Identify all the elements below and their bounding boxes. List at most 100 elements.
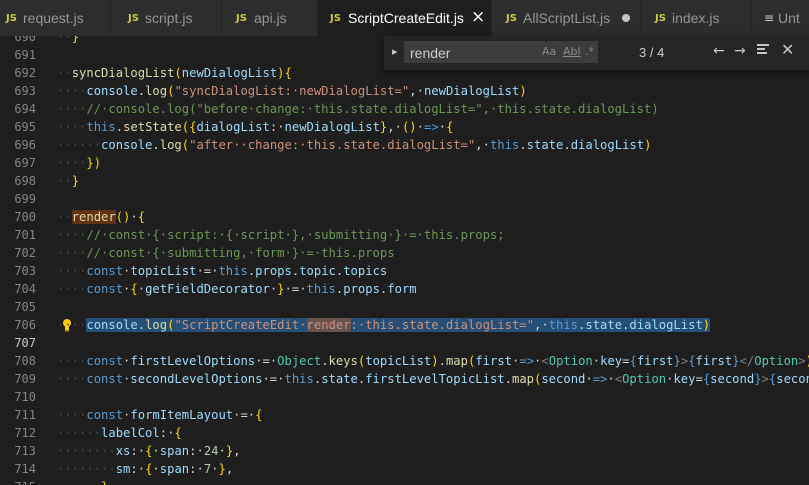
code-token: map [445, 354, 468, 368]
tab-scriptcreateedit-js[interactable]: JS ScriptCreateEdit.js × [318, 0, 492, 36]
code-token: ···· [57, 102, 87, 116]
code-token: } [71, 174, 80, 188]
tab-script-js[interactable]: JS script.js [111, 0, 222, 36]
tab-allscriptlist-js[interactable]: JS AllScriptList.js [492, 0, 641, 36]
code-token: :· [130, 462, 146, 476]
arrow-down-icon[interactable]: → [734, 43, 746, 59]
code-line[interactable]: 704 ····const·{·getFieldDecorator·}·=·thi… [0, 280, 809, 298]
find-query: render [410, 45, 451, 61]
code-text: ····const·firstLevelOptions·=·Object.key… [57, 352, 809, 370]
javascript-file-icon: JS [236, 13, 247, 24]
code-token: · [416, 120, 424, 134]
code-line[interactable]: 715 ······}, [0, 478, 809, 485]
find-input[interactable]: render Aa Abl .* [404, 41, 598, 63]
arrow-up-icon[interactable]: ← [713, 43, 725, 59]
line-number: 712 [14, 426, 36, 440]
code-text: ······console.log("after··change:·this.s… [57, 136, 651, 154]
code-token: { [446, 120, 454, 134]
code-text: ····//·const·{·script:·{·script·},·submi… [57, 226, 505, 244]
regex-icon[interactable]: .* [585, 45, 594, 58]
code-line[interactable]: 711 ····const·formItemLayout·=·{ [0, 406, 809, 424]
editor-tab-bar: JS request.js JS script.js JS api.js JS … [0, 0, 809, 36]
code-line[interactable]: 714 ········sm:·{·span:·7·}, [0, 460, 809, 478]
code-line[interactable]: 713 ········xs:·{·span:·24·}, [0, 442, 809, 460]
code-token: first [695, 354, 733, 368]
code-line[interactable]: 712 ······labelCol:·{ [0, 424, 809, 442]
code-token: Object [277, 354, 322, 368]
code-line[interactable]: 699 [0, 190, 809, 208]
code-token: this [548, 318, 579, 332]
code-line[interactable]: 700 ··render()·{ [0, 208, 809, 226]
close-icon[interactable]: × [471, 8, 485, 26]
code-token: · [585, 372, 593, 386]
find-widget: ▸ render Aa Abl .* 3 / 4 ← → ✕ [384, 36, 809, 70]
code-token: ···· [57, 246, 87, 260]
code-line[interactable]: 694 ····//·console.log("before·change:·th… [0, 100, 809, 118]
code-token: . [321, 354, 329, 368]
code-token: · [218, 444, 226, 458]
tab-label: index.js [672, 10, 720, 26]
javascript-file-icon: JS [655, 13, 666, 24]
match-count: 3 / 4 [639, 45, 665, 60]
code-token: { [629, 354, 637, 368]
code-token: < [541, 354, 549, 368]
code-line[interactable]: 710 [0, 388, 809, 406]
code-line[interactable]: 701 ····//·const·{·script:·{·script·},·su… [0, 226, 809, 244]
code-token: :· [189, 462, 204, 476]
tab-api-js[interactable]: JS api.js [222, 0, 318, 36]
code-token: dialogList [570, 138, 645, 152]
code-token: const [86, 372, 124, 386]
code-token: ,· [387, 120, 402, 134]
code-token: ···· [57, 372, 87, 386]
code-token: span [159, 462, 190, 476]
code-line[interactable]: 702 ····//·const·{·submitting,·form·}·=·t… [0, 244, 809, 262]
code-token: keys [328, 354, 358, 368]
code-editor[interactable]: 690 ··} 691 692 ··syncDialogList(newDialogLi… [0, 36, 809, 485]
tab-index-js[interactable]: JS index.js [641, 0, 752, 36]
tab-untitled[interactable]: ≡ Unt [752, 0, 809, 36]
code-line[interactable]: 695 ····this.setState({dialogList:·newDia… [0, 118, 809, 136]
code-line[interactable]: 708 ····const · firstLevelOptions·=·Object.… [0, 352, 809, 370]
code-token: ···· [57, 264, 87, 278]
code-token: "syncDialogList:·newDialogList=" [174, 84, 410, 98]
chevron-right-icon[interactable]: ▸ [392, 45, 398, 58]
code-line[interactable]: 698 ··} [0, 172, 809, 190]
code-token: ) [277, 66, 285, 80]
line-number: 699 [14, 192, 36, 206]
code-line[interactable]: 705 [0, 298, 809, 316]
close-icon[interactable]: ✕ [781, 42, 794, 58]
tab-request-js[interactable]: JS request.js [0, 0, 111, 36]
code-token: props [343, 282, 380, 296]
code-token: "after··change:·this.state.dialogList=" [189, 138, 476, 152]
unsaved-dot-icon[interactable] [622, 14, 630, 22]
code-line[interactable]: 697 ····}) [0, 154, 809, 172]
code-token: ( [174, 66, 182, 80]
code-line[interactable]: 706 ····console.log("ScriptCreateEdit·ren… [0, 316, 809, 334]
match-case-icon[interactable]: Aa [542, 45, 556, 58]
code-token: render [306, 318, 351, 332]
code-token: ( [181, 138, 190, 152]
code-token: setState [123, 120, 182, 134]
code-line[interactable]: 693 ····console.log("syncDialogList:·newD… [0, 82, 809, 100]
code-text: ····const · secondLevelOptions·=·this. stat… [57, 370, 809, 388]
code-line[interactable]: 696 ······console.log("after··change:·thi… [0, 136, 809, 154]
code-token: map [511, 372, 534, 386]
code-text: ····}) [57, 154, 101, 172]
code-token: :·this.state.dialogList=" [350, 318, 534, 332]
code-line[interactable]: 709 ····const · secondLevelOptions·=·this. s… [0, 370, 809, 388]
code-token: firstLevelOptions [130, 354, 256, 368]
code-token: ·=· [255, 354, 278, 368]
code-line[interactable]: 703 ····const·topicList·=·this.props.topi… [0, 262, 809, 280]
code-token: :· [189, 444, 204, 458]
code-token: = [695, 372, 703, 386]
line-number: 692 [14, 66, 36, 80]
javascript-file-icon: JS [330, 13, 341, 24]
whole-word-icon[interactable]: Abl [563, 45, 581, 58]
code-token: //·const·{·script:·{·script·},·submittin… [86, 228, 505, 242]
tab-label: script.js [145, 10, 193, 26]
find-in-selection-icon[interactable] [756, 42, 770, 60]
code-line[interactable]: 707 [0, 334, 809, 352]
code-text: ··render()·{ [57, 208, 145, 226]
code-token: }) [86, 156, 102, 170]
code-token: > [798, 354, 806, 368]
